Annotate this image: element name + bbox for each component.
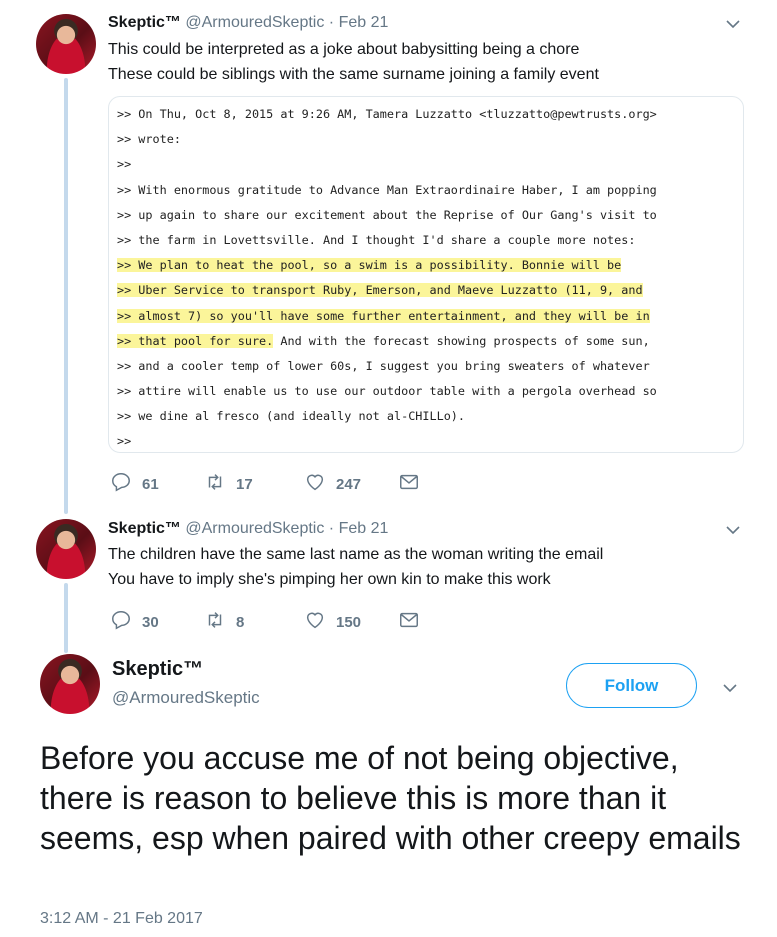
- chevron-down-icon[interactable]: [722, 680, 738, 696]
- follow-button[interactable]: Follow: [566, 663, 697, 708]
- email-line: >> wrote:: [117, 132, 181, 147]
- thread-line: [64, 583, 68, 653]
- reply-button[interactable]: 30: [110, 609, 204, 635]
- email-line: >> and a cooler temp of lower 60s, I sug…: [117, 358, 650, 373]
- email-line: >> We plan to heat the pool, so a swim i…: [117, 253, 657, 278]
- author-handle[interactable]: @ArmouredSkeptic: [185, 520, 324, 537]
- retweet-icon: [204, 471, 226, 497]
- retweet-count: 8: [236, 613, 245, 631]
- tweet-header: Skeptic™ @ArmouredSkeptic · Feb 21: [108, 13, 388, 33]
- email-image[interactable]: >> On Thu, Oct 8, 2015 at 9:26 AM, Tamer…: [108, 96, 744, 453]
- tweet-actions: 61 17 247: [110, 471, 420, 497]
- tweet-header: Skeptic™ @ArmouredSkeptic · Feb 21: [108, 519, 388, 539]
- email-text: >> On Thu, Oct 8, 2015 at 9:26 AM, Tamer…: [117, 102, 657, 452]
- email-line: >> With enormous gratitude to Advance Ma…: [117, 182, 657, 197]
- reply-button[interactable]: 61: [110, 471, 204, 497]
- tweet-text-line: These could be siblings with the same su…: [108, 66, 599, 83]
- reply-count: 30: [142, 613, 159, 631]
- author-handle[interactable]: @ArmouredSkeptic: [185, 14, 324, 31]
- avatar[interactable]: [40, 654, 100, 714]
- reply-icon: [110, 471, 132, 497]
- reply-icon: [110, 609, 132, 635]
- highlighted-text: >> Uber Service to transport Ruby, Emers…: [117, 283, 643, 298]
- email-line: >>: [117, 157, 132, 172]
- thread-line: [64, 78, 68, 514]
- highlighted-text: >> We plan to heat the pool, so a swim i…: [117, 258, 622, 273]
- email-line: >>: [117, 434, 132, 449]
- tweet-text-line: This could be interpreted as a joke abou…: [108, 41, 580, 58]
- author-name[interactable]: Skeptic™: [112, 658, 203, 681]
- avatar[interactable]: [36, 14, 96, 74]
- author-name[interactable]: Skeptic™: [108, 14, 181, 31]
- retweet-button[interactable]: 17: [204, 471, 304, 497]
- email-line: >> the farm in Lovettsville. And I thoug…: [117, 232, 636, 247]
- tweet-timestamp[interactable]: 3:12 AM - 21 Feb 2017: [40, 910, 203, 928]
- author-name[interactable]: Skeptic™: [108, 520, 181, 537]
- email-line: >> that pool for sure. And with the fore…: [117, 329, 657, 354]
- email-line: >> On Thu, Oct 8, 2015 at 9:26 AM, Tamer…: [117, 107, 657, 121]
- separator-dot: ·: [328, 14, 335, 31]
- tweet-text-line: You have to imply she's pimping her own …: [108, 571, 551, 588]
- email-line: >> attire will enable us to use our outd…: [117, 384, 657, 399]
- chevron-down-icon[interactable]: [725, 16, 741, 32]
- email-text-segment: And with the forecast showing prospects …: [273, 333, 650, 348]
- reply-count: 61: [142, 475, 159, 493]
- highlighted-text: >> that pool for sure.: [117, 333, 274, 348]
- tweet-text: Before you accuse me of not being object…: [40, 740, 741, 856]
- email-line: >> up again to share our excitement abou…: [117, 207, 657, 222]
- separator-dot: ·: [328, 520, 335, 537]
- tweet-date[interactable]: Feb 21: [339, 14, 389, 31]
- retweet-button[interactable]: 8: [204, 609, 304, 635]
- like-button[interactable]: 150: [304, 609, 398, 635]
- envelope-icon: [398, 471, 420, 497]
- retweet-count: 17: [236, 475, 253, 493]
- chevron-down-icon[interactable]: [725, 522, 741, 538]
- email-line: >> we dine al fresco (and ideally not al…: [117, 409, 466, 424]
- heart-icon: [304, 609, 326, 635]
- tweet-date[interactable]: Feb 21: [339, 520, 389, 537]
- tweet-text-line: The children have the same last name as …: [108, 546, 604, 563]
- email-line: >> almost 7) so you'll have some further…: [117, 304, 657, 329]
- author-handle[interactable]: @ArmouredSkeptic: [112, 688, 260, 708]
- tweet-actions: 30 8 150: [110, 609, 420, 635]
- direct-message-button[interactable]: [398, 609, 420, 635]
- envelope-icon: [398, 609, 420, 635]
- heart-icon: [304, 471, 326, 497]
- like-count: 247: [336, 475, 362, 493]
- avatar[interactable]: [36, 519, 96, 579]
- email-line: >> Uber Service to transport Ruby, Emers…: [117, 278, 657, 303]
- like-button[interactable]: 247: [304, 471, 398, 497]
- direct-message-button[interactable]: [398, 471, 420, 497]
- retweet-icon: [204, 609, 226, 635]
- like-count: 150: [336, 613, 362, 631]
- highlighted-text: >> almost 7) so you'll have some further…: [117, 308, 650, 323]
